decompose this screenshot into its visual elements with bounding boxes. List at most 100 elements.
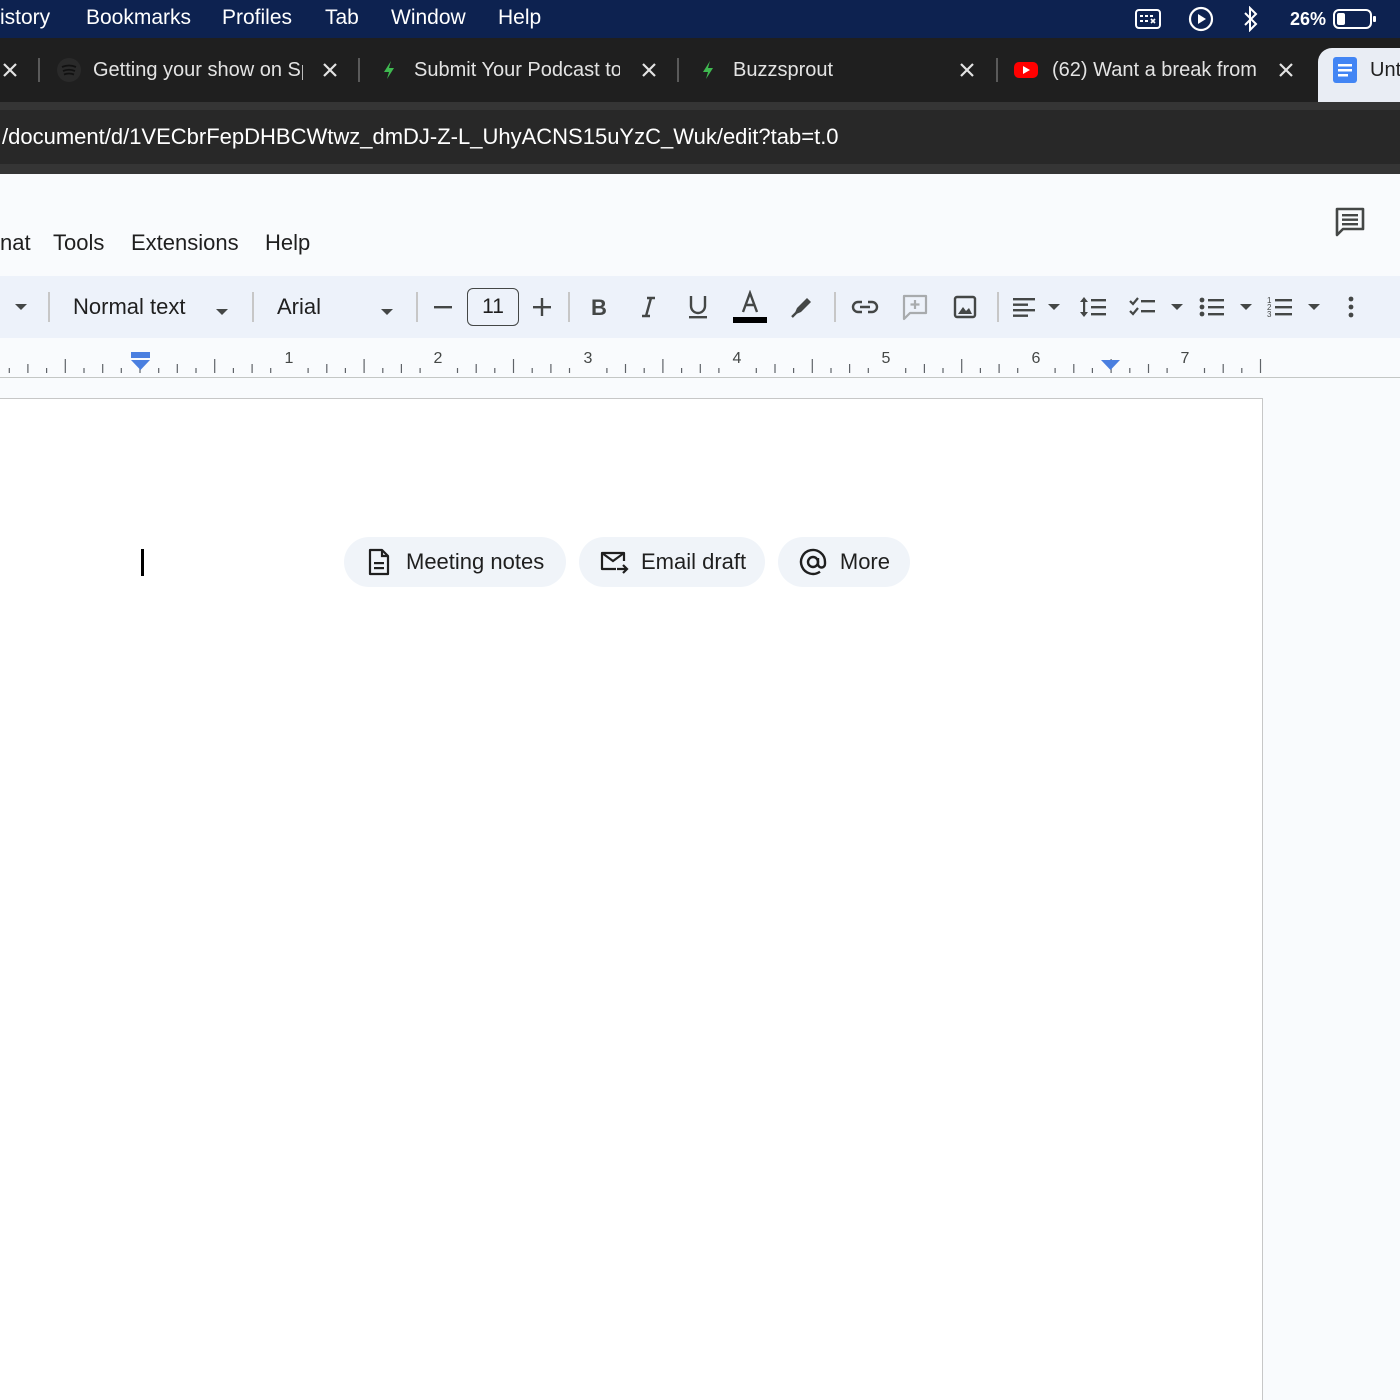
tab-title: Getting your show on Sp	[93, 59, 303, 81]
ruler-label: 3	[584, 350, 593, 367]
chip-label: Meeting notes	[406, 549, 545, 574]
ruler-label: 6	[1032, 350, 1041, 367]
tab-submit-podcast[interactable]: Submit Your Podcast to	[370, 38, 670, 102]
tab-title: Submit Your Podcast to	[414, 59, 620, 81]
toolbar-divider	[568, 292, 570, 322]
toolbar-divider	[997, 292, 999, 322]
os-menubar: istory Bookmarks Profiles Tab Window Hel…	[0, 0, 1400, 38]
bulleted-list-icon[interactable]	[1198, 288, 1256, 326]
tab-divider	[358, 58, 360, 82]
menu-profiles[interactable]: Profiles	[222, 0, 292, 38]
spotify-icon	[56, 57, 82, 83]
buzzsprout-icon	[695, 57, 721, 83]
menu-format[interactable]: nat	[0, 230, 31, 256]
tab-divider	[38, 58, 40, 82]
add-comment-icon[interactable]	[898, 288, 932, 326]
close-icon[interactable]	[317, 57, 343, 83]
ruler-label: 7	[1181, 350, 1190, 367]
chip-label: More	[839, 549, 890, 574]
svg-text:3: 3	[1267, 310, 1272, 319]
menu-help-docs[interactable]: Help	[265, 230, 310, 256]
menu-bookmarks[interactable]: Bookmarks	[86, 0, 191, 38]
paragraph-style-value: Normal text	[73, 294, 186, 319]
menu-extensions[interactable]: Extensions	[131, 230, 239, 256]
text-cursor	[141, 549, 144, 576]
menu-history[interactable]: istory	[0, 0, 50, 38]
close-icon[interactable]	[636, 57, 662, 83]
increase-font-size-icon[interactable]	[527, 288, 557, 326]
close-icon[interactable]	[0, 57, 23, 83]
menu-help[interactable]: Help	[498, 0, 541, 38]
right-indent-marker[interactable]	[1101, 360, 1120, 370]
more-chip[interactable]: More	[778, 537, 910, 587]
tab-title: Buzzsprout	[733, 59, 834, 81]
toolbar-divider	[416, 292, 418, 322]
paragraph-style-dropdown[interactable]: Normal text	[60, 288, 240, 326]
browser-toolbar: /document/d/1VECbrFepDHBCWtwz_dmDJ-Z-L_U…	[0, 102, 1400, 174]
underline-icon[interactable]	[683, 288, 713, 326]
italic-icon[interactable]	[633, 288, 663, 326]
menu-window[interactable]: Window	[391, 0, 466, 38]
tab-title: (62) Want a break from	[1052, 59, 1257, 81]
email-draft-icon	[599, 547, 629, 577]
insert-link-icon[interactable]	[848, 288, 882, 326]
horizontal-ruler[interactable]: 1 2 3 4 5 6 7	[0, 338, 1400, 378]
bluetooth-icon[interactable]	[1238, 4, 1264, 34]
keyboard-icon[interactable]	[1133, 4, 1163, 34]
menu-tab[interactable]: Tab	[325, 0, 359, 38]
highlight-icon[interactable]	[786, 288, 818, 326]
tab-divider	[677, 58, 679, 82]
url-text[interactable]: /document/d/1VECbrFepDHBCWtwz_dmDJ-Z-L_U…	[2, 110, 839, 164]
tab-youtube[interactable]: (62) Want a break from	[1010, 38, 1310, 102]
toolbar-divider	[834, 292, 836, 322]
more-options-icon[interactable]	[1338, 288, 1364, 326]
left-indent-marker[interactable]	[131, 360, 150, 370]
browser-tab-strip: Getting your show on Sp Submit Your Podc…	[0, 38, 1400, 102]
align-left-icon[interactable]	[1010, 288, 1062, 326]
meeting-notes-chip[interactable]: Meeting notes	[344, 537, 566, 587]
checklist-icon[interactable]	[1128, 288, 1186, 326]
tab-google-docs-active[interactable]: Unt	[1318, 48, 1400, 102]
tab-partial[interactable]	[0, 38, 30, 102]
email-draft-chip[interactable]: Email draft	[579, 537, 765, 587]
tab-divider	[996, 58, 998, 82]
ruler-label: 4	[733, 350, 742, 367]
numbered-list-icon[interactable]: 123	[1266, 288, 1324, 326]
close-icon[interactable]	[1273, 57, 1299, 83]
address-bar[interactable]: /document/d/1VECbrFepDHBCWtwz_dmDJ-Z-L_U…	[0, 110, 1400, 164]
line-spacing-icon[interactable]	[1076, 288, 1110, 326]
first-line-indent-marker[interactable]	[131, 352, 150, 358]
text-color-icon[interactable]	[732, 288, 768, 326]
comments-icon[interactable]	[1330, 202, 1370, 242]
toolbar-divider	[48, 292, 50, 322]
font-value: Arial	[277, 294, 322, 319]
ruler-label: 2	[434, 350, 443, 367]
battery-percent: 26%	[1290, 9, 1327, 29]
buzzsprout-icon	[376, 57, 402, 83]
toolbar-divider	[252, 292, 254, 322]
tab-title: Unt	[1370, 59, 1400, 81]
svg-text:B: B	[591, 296, 607, 318]
battery-icon[interactable]	[1332, 4, 1378, 34]
tab-spotify[interactable]: Getting your show on Sp	[50, 38, 350, 102]
document-icon	[364, 547, 394, 577]
docs-header: nat Tools Extensions Help	[0, 174, 1400, 276]
chevron-down-icon	[215, 303, 229, 321]
decrease-font-size-icon[interactable]	[428, 288, 458, 326]
play-circle-icon[interactable]	[1186, 4, 1216, 34]
youtube-icon	[1013, 57, 1039, 83]
insert-image-icon[interactable]	[949, 288, 981, 326]
ruler-label: 1	[285, 350, 294, 367]
dropdown-arrow-icon[interactable]	[8, 288, 34, 326]
docs-toolbar: Normal text Arial 11 B 1 2 3	[0, 276, 1400, 338]
menu-tools[interactable]: Tools	[53, 230, 104, 256]
docs-icon	[1332, 56, 1358, 84]
close-icon[interactable]	[954, 57, 980, 83]
font-size-input[interactable]: 11	[467, 288, 519, 326]
font-dropdown[interactable]: Arial	[264, 288, 404, 326]
ruler-label: 5	[882, 350, 891, 367]
tab-buzzsprout[interactable]: Buzzsprout	[690, 38, 990, 102]
chip-label: Email draft	[641, 549, 747, 574]
chevron-down-icon	[380, 303, 394, 321]
bold-icon[interactable]: B	[583, 288, 613, 326]
